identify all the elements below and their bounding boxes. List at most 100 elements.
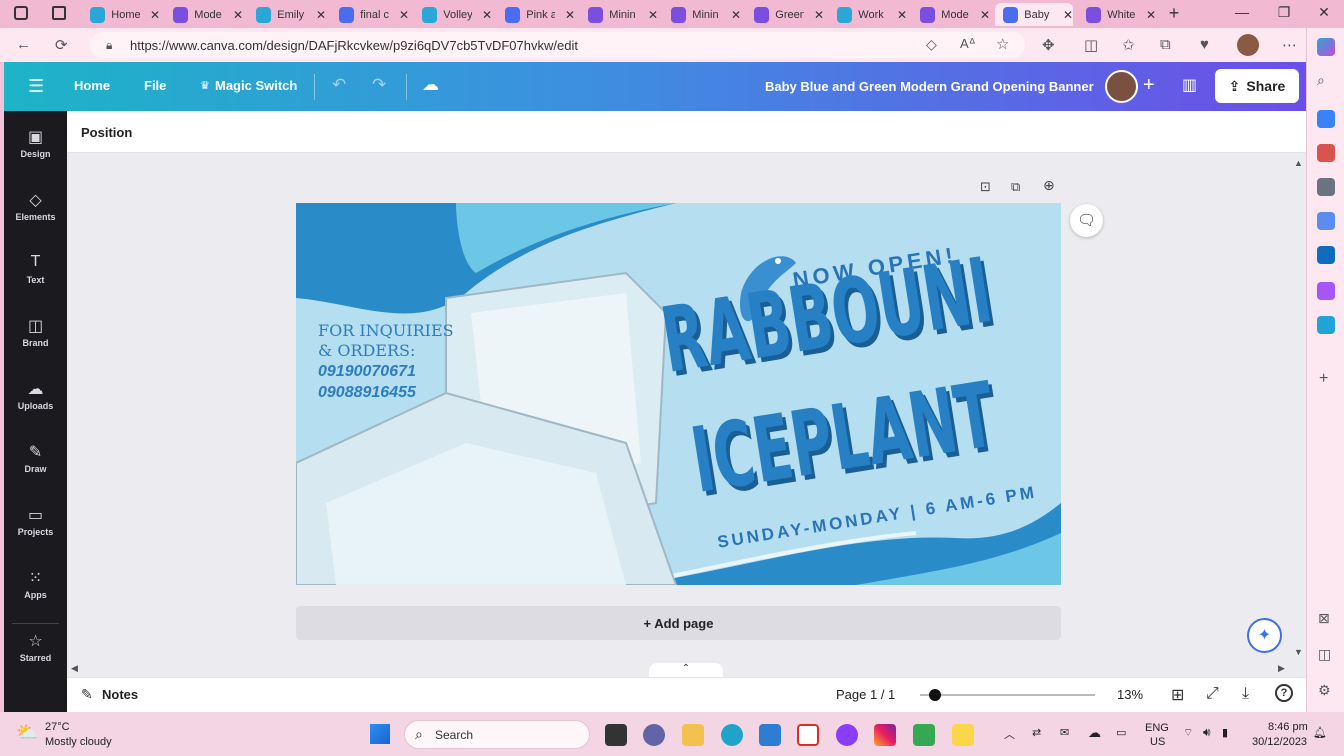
sidebar-layout-icon[interactable]: ◫ [1318,646,1331,663]
banner-design[interactable]: FOR INQUIRIES & ORDERS: 09190070671 0908… [296,203,1061,585]
teams-chat-icon[interactable] [643,724,665,746]
add-sidebar-app-icon[interactable]: + [1319,370,1328,388]
url-text[interactable]: https://www.canva.com/design/DAFjRkcvkew… [130,38,578,53]
favorite-star-icon[interactable]: ☆ [996,35,1009,53]
collaborator-avatar[interactable] [1105,70,1138,103]
cloud-saved-icon[interactable]: ☁ [422,75,439,95]
rail-item-text[interactable]: T Text [4,253,67,285]
insights-chart-icon[interactable]: ▥ [1182,75,1197,95]
sidebar-settings-icon[interactable]: ⚙ [1318,682,1331,699]
google-meet-icon[interactable] [913,724,935,746]
rail-item-apps[interactable]: ⁙ Apps [4,568,67,600]
start-button[interactable] [370,724,390,744]
minimize-button[interactable]: — [1222,4,1262,20]
notification-bell-icon[interactable]: 🔔︎ [1313,726,1327,739]
copilot-icon[interactable] [1317,38,1335,56]
battery-icon[interactable]: ▮ [1222,726,1228,739]
help-icon[interactable]: ? [1275,684,1293,702]
redo-icon[interactable]: ↷ [372,75,386,95]
games-icon[interactable] [1317,178,1335,196]
language-us[interactable]: US [1150,736,1165,748]
tab-close-icon[interactable]: ✕ [233,8,243,22]
tray-overflow-icon[interactable]: ︿ [1004,726,1015,742]
browser-tab[interactable]: Emily ✕ [248,3,326,26]
tray-device-icon[interactable]: ▭ [1116,726,1126,739]
tab-close-icon[interactable]: ✕ [731,8,741,22]
undo-icon[interactable]: ↶ [332,75,346,95]
tray-mail-icon[interactable]: ✉ [1060,726,1069,739]
extension-tag-icon[interactable]: ◇ [926,36,937,53]
clock-time[interactable]: 8:46 pm [1268,721,1308,733]
file-button[interactable]: File [144,78,166,93]
tab-close-icon[interactable]: ✕ [1063,8,1073,22]
download-icon[interactable]: ⤓ [1242,685,1249,703]
scroll-down-arrow[interactable]: ▼ [1294,647,1303,657]
gmail-icon[interactable] [797,724,819,746]
browser-tab[interactable]: White ✕ [1078,3,1156,26]
notes-button[interactable]: Notes [102,687,138,702]
rail-item-starred[interactable]: ☆ Starred [4,631,67,663]
add-page-icon[interactable]: ⊕ [1043,177,1055,194]
microsoft-365-icon[interactable] [1317,212,1335,230]
scroll-up-arrow[interactable]: ▲ [1294,158,1303,168]
clock-date[interactable]: 30/12/2023 [1252,736,1307,748]
weather-temp[interactable]: 27°C [45,721,70,733]
rail-item-brand[interactable]: ◫ Brand [4,316,67,348]
sticky-notes-icon[interactable] [952,724,974,746]
new-tab-button[interactable]: + [1154,3,1194,24]
maximize-button[interactable]: ❐ [1264,4,1304,21]
magic-assistant-button[interactable]: ✦ [1247,618,1282,653]
close-window-button[interactable]: ✕ [1304,4,1344,21]
collections-icon[interactable]: ⧉ [1160,36,1171,53]
tab-close-icon[interactable]: ✕ [316,8,326,22]
lock-page-icon[interactable]: ⊡ [980,179,991,195]
browser-tab[interactable]: Minin ✕ [580,3,658,26]
zoom-level[interactable]: 13% [1117,687,1143,702]
rail-item-uploads[interactable]: ☁ Uploads [4,379,67,411]
url-box[interactable]: 🔒︎ https://www.canva.com/design/DAFjRkcv… [90,32,1025,58]
hamburger-menu-icon[interactable]: ☰ [28,76,44,97]
browser-tab[interactable]: Baby ✕ [995,3,1073,26]
tab-actions-icon[interactable] [14,6,28,20]
rail-item-elements[interactable]: ◇ Elements [4,190,67,222]
designer-icon[interactable] [1317,282,1335,300]
microsoft-store-icon[interactable] [759,724,781,746]
tab-close-icon[interactable]: ✕ [565,8,575,22]
copilot-heart-icon[interactable]: ♥ [1200,36,1209,53]
browser-tab[interactable]: Mode ✕ [912,3,990,26]
shopping-tag-icon[interactable] [1317,110,1335,128]
tab-close-icon[interactable]: ✕ [648,8,658,22]
search-icon[interactable]: ⌕ [1317,72,1325,89]
browser-tab[interactable]: Pink a ✕ [497,3,575,26]
taskbar-search-box[interactable]: ⌕ Search [404,720,590,749]
zoom-slider-knob[interactable] [928,689,941,701]
screenshot-icon[interactable]: ⊠ [1318,610,1330,627]
grid-view-icon[interactable]: ⊞ [1171,685,1184,705]
invite-plus-icon[interactable]: + [1143,74,1155,97]
lock-icon[interactable]: 🔒︎ [106,38,112,53]
browser-tab[interactable]: final c ✕ [331,3,409,26]
scroll-left-arrow[interactable]: ◀ [71,663,78,674]
rail-item-design[interactable]: ▣ Design [4,127,67,159]
file-explorer-icon[interactable] [682,724,704,746]
design-title[interactable]: Baby Blue and Green Modern Grand Opening… [765,79,1094,94]
read-aloud-icon[interactable]: Aᐞ [960,36,976,52]
zoom-slider[interactable] [920,689,1095,701]
tools-icon[interactable] [1317,144,1335,162]
tab-close-icon[interactable]: ✕ [814,8,824,22]
collapse-pages-button[interactable]: ⌃ [649,663,723,677]
browser-tab[interactable]: Home ✕ [82,3,160,26]
tab-close-icon[interactable]: ✕ [150,8,160,22]
edge-browser-icon[interactable] [721,724,743,746]
tab-close-icon[interactable]: ✕ [980,8,990,22]
volume-icon[interactable]: 🔊︎ [1203,725,1211,740]
send-icon[interactable] [1317,316,1335,334]
comment-button[interactable]: 🗨︎ [1070,204,1103,237]
page-indicator[interactable]: Page 1 / 1 [836,687,895,702]
browser-tab[interactable]: Mode ✕ [165,3,243,26]
tab-close-icon[interactable]: ✕ [482,8,492,22]
favorites-icon[interactable]: ✩ [1122,36,1135,54]
tray-app-icon[interactable]: ⇄ [1032,726,1041,739]
instagram-icon[interactable] [874,724,896,746]
outlook-icon[interactable] [1317,246,1335,264]
